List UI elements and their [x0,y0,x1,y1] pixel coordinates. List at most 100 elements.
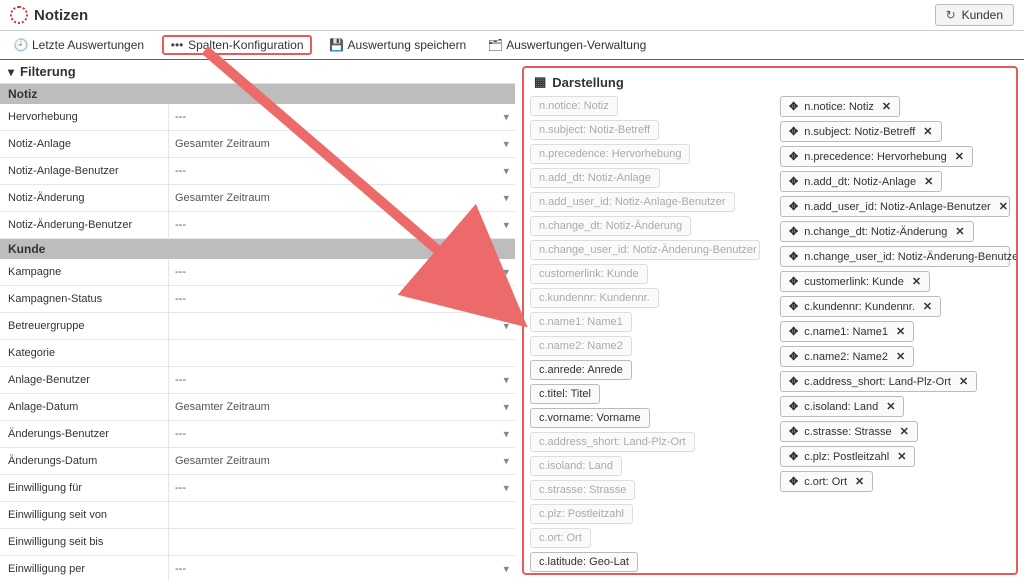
column-config-button[interactable]: ••• Spalten-Konfiguration [162,35,311,55]
drag-handle-icon[interactable]: ✥ [789,300,798,313]
drag-handle-icon[interactable]: ✥ [789,250,798,263]
available-field-chip[interactable]: c.ort: Ort [530,528,591,548]
remove-icon[interactable]: ✕ [923,300,932,313]
available-field-chip[interactable]: c.isoland: Land [530,456,622,476]
filter-value-einwilligung-seit-bis[interactable] [168,529,515,555]
filter-value-notiz-anlage[interactable]: Gesamter Zeitraum▾ [168,131,515,157]
drag-handle-icon[interactable]: ✥ [789,325,798,338]
selected-field-chip[interactable]: ✥n.change_user_id: Notiz-Änderung-Benutz… [780,246,1010,267]
drag-handle-icon[interactable]: ✥ [789,125,798,138]
available-field-chip[interactable]: c.name2: Name2 [530,336,632,356]
filter-value-notiz-anlage-benutzer[interactable]: ---▾ [168,158,515,184]
filter-value-anlage-benutzer[interactable]: ---▾ [168,367,515,393]
selected-field-chip[interactable]: ✥c.isoland: Land✕ [780,396,904,417]
selected-field-chip[interactable]: ✥customerlink: Kunde✕ [780,271,930,292]
remove-icon[interactable]: ✕ [923,125,932,138]
filter-value-einwilligung-per[interactable]: ---▾ [168,556,515,581]
available-field-chip[interactable]: n.change_dt: Notiz-Änderung [530,216,691,236]
drag-handle-icon[interactable]: ✥ [789,375,798,388]
selected-fields-column: ✥n.notice: Notiz✕ ✥n.subject: Notiz-Betre… [780,96,1010,569]
drag-handle-icon[interactable]: ✥ [789,475,798,488]
selected-field-chip[interactable]: ✥c.kundennr: Kundennr.✕ [780,296,941,317]
filter-value-anlage-datum[interactable]: Gesamter Zeitraum▾ [168,394,515,420]
drag-handle-icon[interactable]: ✥ [789,275,798,288]
selected-field-chip[interactable]: ✥n.subject: Notiz-Betreff✕ [780,121,942,142]
filter-value-aenderungs-benutzer[interactable]: ---▾ [168,421,515,447]
available-field-chip[interactable]: c.kundennr: Kundennr. [530,288,659,308]
remove-icon[interactable]: ✕ [959,375,968,388]
filter-value-kampagne[interactable]: ---▾ [168,259,515,285]
available-field-chip[interactable]: n.add_user_id: Notiz-Anlage-Benutzer [530,192,735,212]
selected-field-chip[interactable]: ✥c.ort: Ort✕ [780,471,873,492]
darstellung-heading-label: Darstellung [552,75,624,90]
drag-handle-icon[interactable]: ✥ [789,425,798,438]
remove-icon[interactable]: ✕ [924,175,933,188]
selected-field-chip[interactable]: ✥c.name2: Name2✕ [780,346,914,367]
filter-value-aenderungs-datum[interactable]: Gesamter Zeitraum▾ [168,448,515,474]
available-field-chip[interactable]: c.name1: Name1 [530,312,632,332]
selected-field-chip[interactable]: ✥c.plz: Postleitzahl✕ [780,446,915,467]
filter-heading-label: Filterung [20,64,76,79]
selected-field-chip[interactable]: ✥c.strasse: Strasse✕ [780,421,918,442]
available-field-chip[interactable]: n.notice: Notiz [530,96,618,116]
available-field-chip[interactable]: c.titel: Titel [530,384,600,404]
drag-handle-icon[interactable]: ✥ [789,350,798,363]
remove-icon[interactable]: ✕ [897,450,906,463]
remove-icon[interactable]: ✕ [999,200,1008,213]
filter-value-notiz-aenderung-benutzer[interactable]: ---▾ [168,212,515,238]
remove-icon[interactable]: ✕ [855,475,864,488]
filter-value-kampagnen-status[interactable]: ---▾ [168,286,515,312]
available-field-chip[interactable]: n.add_dt: Notiz-Anlage [530,168,660,188]
remove-icon[interactable]: ✕ [900,425,909,438]
remove-icon[interactable]: ✕ [896,350,905,363]
selected-field-chip[interactable]: ✥c.address_short: Land-Plz-Ort✕ [780,371,977,392]
drag-handle-icon[interactable]: ✥ [789,150,798,163]
selected-field-chip[interactable]: ✥c.name1: Name1✕ [780,321,914,342]
remove-icon[interactable]: ✕ [886,400,895,413]
kunden-button[interactable]: ↻ Kunden [935,4,1014,26]
selected-field-chip[interactable]: ✥n.change_dt: Notiz-Änderung✕ [780,221,974,242]
selected-field-chip[interactable]: ✥n.add_dt: Notiz-Anlage✕ [780,171,942,192]
drag-handle-icon[interactable]: ✥ [789,450,798,463]
filter-value-einwilligung-seit-von[interactable] [168,502,515,528]
chip-label: n.add_dt: Notiz-Anlage [539,172,651,184]
available-field-chip[interactable]: n.subject: Notiz-Betreff [530,120,659,140]
available-field-chip[interactable]: customerlink: Kunde [530,264,648,284]
remove-icon[interactable]: ✕ [955,150,964,163]
selected-field-chip[interactable]: ✥n.precedence: Hervorhebung✕ [780,146,973,167]
available-field-chip[interactable]: c.address_short: Land-Plz-Ort [530,432,695,452]
filter-row-anlage-benutzer: Anlage-Benutzer---▾ [0,367,515,394]
manage-evaluations-button[interactable]: 🗂 Auswertungen-Verwaltung [484,36,650,54]
available-field-chip[interactable]: n.change_user_id: Notiz-Änderung-Benutze… [530,240,760,260]
available-field-chip[interactable]: c.latitude: Geo-Lat [530,552,638,572]
chip-label: c.address_short: Land-Plz-Ort [539,436,686,448]
available-field-chip[interactable]: c.anrede: Anrede [530,360,632,380]
filter-value-betreuergruppe[interactable]: ▾ [168,313,515,339]
drag-handle-icon[interactable]: ✥ [789,400,798,413]
available-field-chip[interactable]: c.vorname: Vorname [530,408,650,428]
available-field-chip[interactable]: n.precedence: Hervorhebung [530,144,690,164]
remove-icon[interactable]: ✕ [955,225,964,238]
chevron-down-icon: ▾ [503,266,509,279]
filter-label: Notiz-Änderung [0,192,168,204]
remove-icon[interactable]: ✕ [896,325,905,338]
chip-label: c.isoland: Land [539,460,613,472]
selected-field-chip[interactable]: ✥n.add_user_id: Notiz-Anlage-Benutzer✕ [780,196,1010,217]
filter-value-einwilligung-fuer[interactable]: ---▾ [168,475,515,501]
filter-label: Betreuergruppe [0,320,168,332]
filter-value-notiz-aenderung[interactable]: Gesamter Zeitraum▾ [168,185,515,211]
available-field-chip[interactable]: c.plz: Postleitzahl [530,504,633,524]
drag-handle-icon[interactable]: ✥ [789,200,798,213]
drag-handle-icon[interactable]: ✥ [789,225,798,238]
filter-value-hervorhebung[interactable]: ---▾ [168,104,515,130]
drag-handle-icon[interactable]: ✥ [789,100,798,113]
remove-icon[interactable]: ✕ [912,275,921,288]
available-field-chip[interactable]: c.strasse: Strasse [530,480,635,500]
drag-handle-icon[interactable]: ✥ [789,175,798,188]
filter-value-kategorie[interactable] [168,340,515,366]
remove-icon[interactable]: ✕ [882,100,891,113]
last-evaluations-button[interactable]: 🕘 Letzte Auswertungen [10,36,148,54]
selected-field-chip[interactable]: ✥n.notice: Notiz✕ [780,96,900,117]
save-evaluation-button[interactable]: 💾 Auswertung speichern [326,36,471,54]
filter-value-text: --- [175,293,186,305]
